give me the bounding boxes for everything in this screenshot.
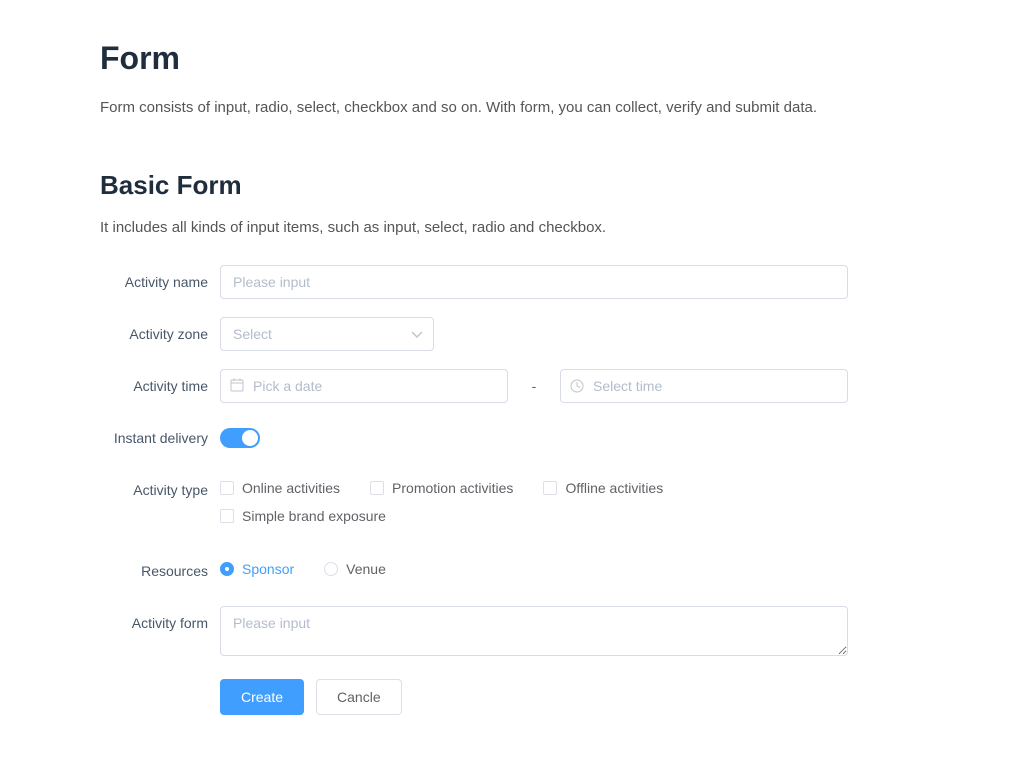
activity-form-textarea[interactable] [220, 606, 848, 656]
checkbox-label: Online activities [242, 480, 340, 496]
activity-time-input[interactable] [560, 369, 848, 403]
label-activity-type: Activity type [100, 473, 220, 507]
time-separator: - [508, 378, 560, 394]
page-intro: Form consists of input, radio, select, c… [100, 97, 954, 120]
radio-sponsor[interactable]: Sponsor [220, 561, 294, 577]
label-instant-delivery: Instant delivery [100, 421, 220, 455]
create-button[interactable]: Create [220, 679, 304, 715]
activity-date-input[interactable] [220, 369, 508, 403]
switch-knob [242, 430, 258, 446]
label-activity-zone: Activity zone [100, 317, 220, 351]
checkbox-icon [220, 481, 234, 495]
activity-name-input[interactable] [220, 265, 848, 299]
checkbox-label: Offline activities [565, 480, 663, 496]
checkbox-icon [543, 481, 557, 495]
checkbox-label: Simple brand exposure [242, 508, 386, 524]
clock-icon [570, 379, 584, 393]
checkbox-icon [370, 481, 384, 495]
radio-label: Sponsor [242, 561, 294, 577]
checkbox-brand[interactable]: Simple brand exposure [220, 508, 386, 524]
radio-venue[interactable]: Venue [324, 561, 386, 577]
checkbox-icon [220, 509, 234, 523]
checkbox-promotion[interactable]: Promotion activities [370, 480, 513, 496]
calendar-icon [230, 378, 244, 392]
cancel-button[interactable]: Cancle [316, 679, 402, 715]
radio-label: Venue [346, 561, 386, 577]
page-title: Form [100, 40, 954, 77]
label-resources: Resources [100, 554, 220, 588]
radio-icon [220, 562, 234, 576]
label-activity-form: Activity form [100, 606, 220, 640]
section-intro: It includes all kinds of input items, su… [100, 217, 954, 240]
chevron-down-icon [411, 330, 423, 340]
checkbox-label: Promotion activities [392, 480, 513, 496]
instant-delivery-switch[interactable] [220, 428, 260, 448]
checkbox-offline[interactable]: Offline activities [543, 480, 663, 496]
section-title: Basic Form [100, 170, 954, 201]
checkbox-online[interactable]: Online activities [220, 480, 340, 496]
label-activity-time: Activity time [100, 369, 220, 403]
activity-zone-select[interactable]: Select [220, 317, 434, 351]
label-activity-name: Activity name [100, 265, 220, 299]
radio-icon [324, 562, 338, 576]
select-placeholder: Select [233, 326, 272, 342]
